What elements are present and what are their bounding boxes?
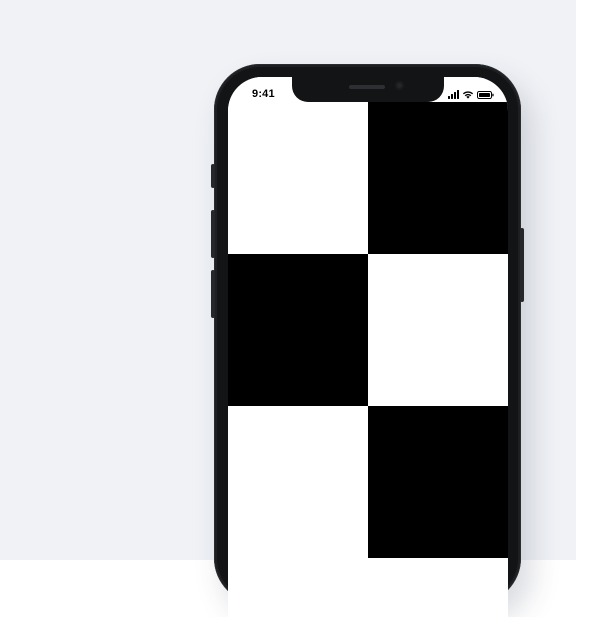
tile[interactable] — [368, 254, 508, 406]
speaker-grille — [349, 85, 385, 89]
wifi-icon — [462, 90, 474, 99]
tile[interactable] — [228, 254, 368, 406]
tile[interactable] — [228, 102, 368, 254]
phone-mockup: 9:41 — [211, 64, 524, 617]
power-button — [520, 228, 524, 302]
silent-switch — [211, 164, 215, 188]
tile[interactable] — [368, 406, 508, 558]
phone-screen: 9:41 — [228, 77, 508, 617]
tile[interactable] — [228, 406, 368, 558]
front-camera-icon — [395, 81, 404, 90]
volume-up-button — [211, 210, 215, 258]
status-icons — [448, 90, 494, 99]
cellular-signal-icon — [448, 90, 459, 99]
tile-board — [228, 102, 508, 558]
tile[interactable] — [368, 102, 508, 254]
battery-icon — [477, 91, 494, 99]
volume-down-button — [211, 270, 215, 318]
status-time: 9:41 — [252, 88, 275, 100]
phone-notch — [292, 77, 444, 102]
